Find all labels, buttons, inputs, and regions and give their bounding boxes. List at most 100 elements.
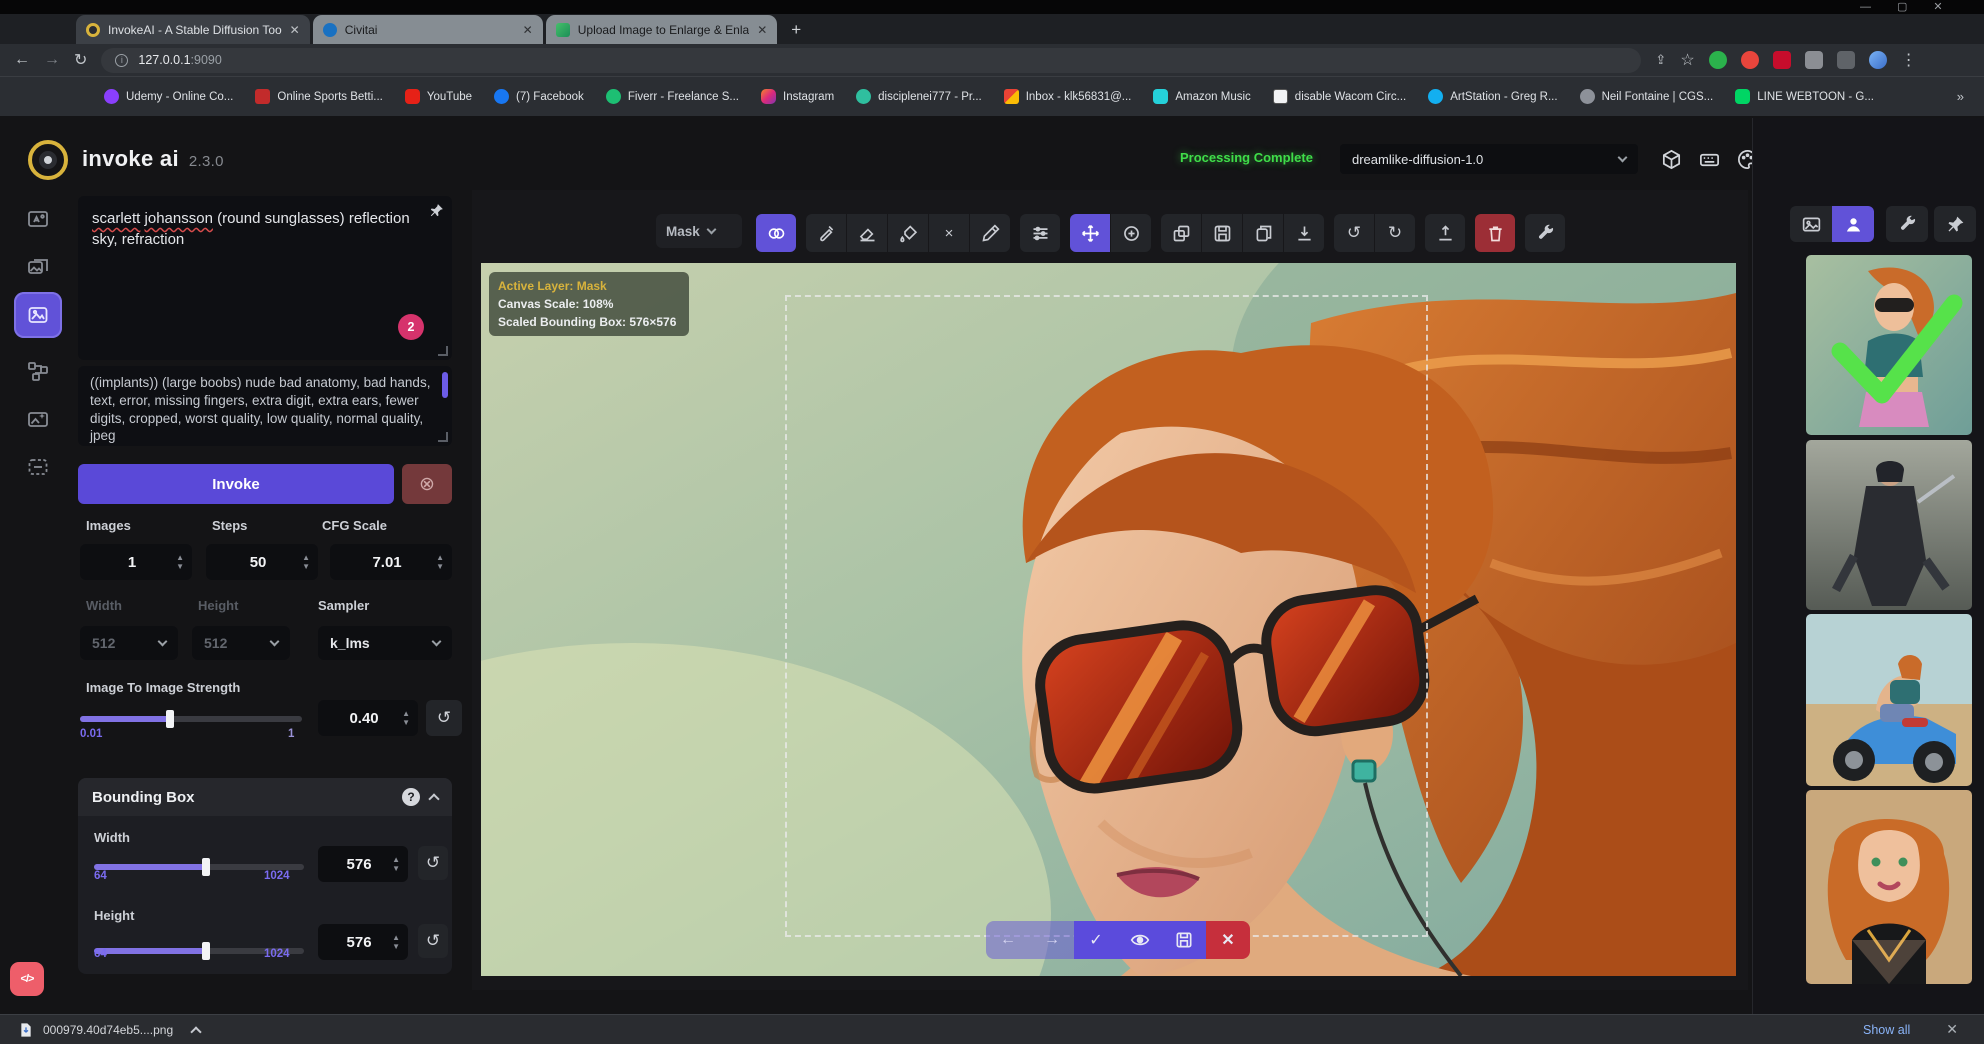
hotkeys-keyboard-icon[interactable] <box>1694 144 1724 174</box>
bookmark-item[interactable]: disable Wacom Circ... <box>1273 89 1406 104</box>
model-select[interactable]: dreamlike-diffusion-1.0 <box>1340 144 1638 174</box>
slider-thumb[interactable] <box>202 858 210 876</box>
stepper-arrows-icon[interactable]: ▲▼ <box>392 934 400 951</box>
browser-tab-civitai[interactable]: Civitai ✕ <box>313 15 543 44</box>
save-to-gallery-icon[interactable] <box>1202 214 1242 252</box>
gallery-settings-icon[interactable] <box>1886 206 1928 242</box>
download-menu-icon[interactable] <box>190 1026 201 1037</box>
bookmark-item[interactable]: disciplenei777 - Pr... <box>856 89 982 104</box>
width-select[interactable]: 512 <box>80 626 178 660</box>
download-image-icon[interactable] <box>1284 214 1324 252</box>
tab-close-icon[interactable]: ✕ <box>757 23 767 37</box>
stepper-arrows-icon[interactable]: ▲▼ <box>436 554 444 571</box>
extensions-puzzle-icon[interactable] <box>1805 51 1823 69</box>
window-minimize-icon[interactable]: — <box>1860 0 1871 14</box>
people-tab-icon[interactable] <box>1832 206 1874 242</box>
menu-kebab-icon[interactable]: ⋮ <box>1901 50 1917 70</box>
merge-visible-icon[interactable] <box>1161 214 1201 252</box>
bookmark-item[interactable]: YouTube <box>405 89 472 104</box>
extension-grammarly-icon[interactable] <box>1709 51 1727 69</box>
pin-options-icon[interactable] <box>428 202 445 224</box>
next-icon[interactable]: → <box>1030 921 1074 959</box>
tab-close-icon[interactable]: ✕ <box>523 23 533 37</box>
strength-reset-icon[interactable]: ↺ <box>426 700 462 736</box>
brush-options-icon[interactable] <box>1020 214 1060 252</box>
tab-unified-canvas[interactable] <box>14 292 62 338</box>
images-tab-icon[interactable] <box>1790 206 1832 242</box>
bookmark-item[interactable]: LINE WEBTOON - G... <box>1735 89 1874 104</box>
stepper-arrows-icon[interactable]: ▲▼ <box>392 856 400 873</box>
browser-tab-upload[interactable]: Upload Image to Enlarge & Enla ✕ <box>546 15 778 44</box>
images-stepper[interactable]: 1▲▼ <box>80 544 192 580</box>
clear-canvas-icon[interactable] <box>1475 214 1515 252</box>
side-panel-icon[interactable] <box>1837 51 1855 69</box>
bookmark-item[interactable]: Fiverr - Freelance S... <box>606 89 739 104</box>
reload-icon[interactable]: ↻ <box>74 50 87 70</box>
resize-handle[interactable] <box>438 432 448 442</box>
undo-icon[interactable]: ↺ <box>1334 214 1374 252</box>
gallery-thumbnail[interactable] <box>1806 614 1972 786</box>
slider-thumb[interactable] <box>202 942 210 960</box>
canvas-bounding-box[interactable] <box>785 295 1428 937</box>
prompt-textarea[interactable]: scarlett johansson (round sunglasses) re… <box>78 196 452 360</box>
console-toggle-button[interactable]: </> <box>10 962 44 996</box>
stepper-arrows-icon[interactable]: ▲▼ <box>402 710 410 727</box>
tab-training[interactable] <box>14 444 62 490</box>
help-icon[interactable]: ? <box>402 788 420 806</box>
collapse-icon[interactable] <box>428 793 439 804</box>
download-item[interactable]: 000979.40d74eb5....png <box>18 1022 200 1038</box>
bookmark-item[interactable]: Amazon Music <box>1153 89 1250 104</box>
bookmark-item[interactable]: Udemy - Online Co... <box>104 89 233 104</box>
cancel-button[interactable]: ⊗ <box>402 464 452 504</box>
mask-options-icon[interactable] <box>756 214 796 252</box>
profile-avatar[interactable] <box>1869 51 1887 69</box>
gallery-thumbnail[interactable] <box>1806 440 1972 610</box>
window-maximize-icon[interactable]: ▢ <box>1897 0 1907 14</box>
redo-icon[interactable]: ↻ <box>1375 214 1415 252</box>
bookmark-item[interactable]: Online Sports Betti... <box>255 89 382 104</box>
bbox-width-stepper[interactable]: 576▲▼ <box>318 846 408 882</box>
tab-text-to-image[interactable] <box>14 196 62 242</box>
share-icon[interactable]: ⇪ <box>1655 52 1666 68</box>
bookmark-item[interactable]: Neil Fontaine | CGS... <box>1580 89 1714 104</box>
upload-icon[interactable] <box>1425 214 1465 252</box>
sampler-select[interactable]: k_lms <box>318 626 452 660</box>
bbox-width-reset-icon[interactable]: ↺ <box>418 846 448 880</box>
tab-image-to-image[interactable] <box>14 244 62 290</box>
tab-post-processing[interactable] <box>14 396 62 442</box>
previous-icon[interactable]: ← <box>986 921 1030 959</box>
resize-handle[interactable] <box>438 346 448 356</box>
color-picker-icon[interactable] <box>970 214 1010 252</box>
show-all-downloads-link[interactable]: Show all <box>1863 1023 1910 1037</box>
erase-all-icon[interactable]: × <box>929 214 969 252</box>
back-icon[interactable]: ← <box>14 51 30 69</box>
invoke-button[interactable]: Invoke <box>78 464 394 504</box>
extension-adblock-icon[interactable] <box>1773 51 1791 69</box>
cfg-stepper[interactable]: 7.01▲▼ <box>330 544 452 580</box>
gallery-thumbnail[interactable] <box>1806 790 1972 984</box>
save-staging-icon[interactable] <box>1162 921 1206 959</box>
bookmark-item[interactable]: ArtStation - Greg R... <box>1428 89 1557 104</box>
reset-view-icon[interactable] <box>1111 214 1151 252</box>
layer-select[interactable]: Mask <box>656 214 742 248</box>
tab-close-icon[interactable]: ✕ <box>290 23 300 37</box>
site-info-icon[interactable]: i <box>115 54 128 67</box>
stepper-arrows-icon[interactable]: ▲▼ <box>176 554 184 571</box>
stepper-arrows-icon[interactable]: ▲▼ <box>302 554 310 571</box>
bbox-height-reset-icon[interactable]: ↺ <box>418 924 448 958</box>
new-tab-button[interactable]: + <box>791 20 801 40</box>
discard-icon[interactable]: ✕ <box>1206 921 1250 959</box>
negative-prompt-textarea[interactable]: ((implants)) (large boobs) nude bad anat… <box>78 366 452 446</box>
show-hide-icon[interactable] <box>1118 921 1162 959</box>
bookmark-item[interactable]: (7) Facebook <box>494 89 584 104</box>
forward-icon[interactable]: → <box>44 51 60 69</box>
copy-to-clipboard-icon[interactable] <box>1243 214 1283 252</box>
scrollbar-thumb[interactable] <box>442 372 448 398</box>
accept-icon[interactable]: ✓ <box>1074 921 1118 959</box>
eraser-icon[interactable] <box>847 214 887 252</box>
steps-stepper[interactable]: 50▲▼ <box>206 544 318 580</box>
strength-stepper[interactable]: 0.40▲▼ <box>318 700 418 736</box>
height-select[interactable]: 512 <box>192 626 290 660</box>
canvas-settings-icon[interactable] <box>1525 214 1565 252</box>
gallery-thumbnail-selected[interactable] <box>1806 255 1972 435</box>
